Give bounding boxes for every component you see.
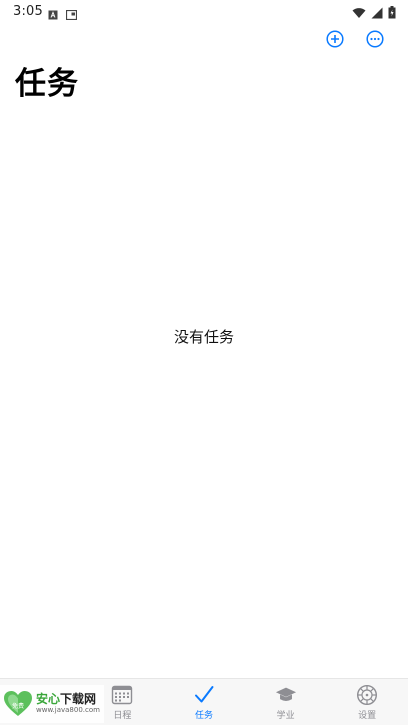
tab-academics[interactable]: 学业 [245, 679, 327, 725]
graduation-cap-icon [275, 684, 297, 706]
empty-state-message: 没有任务 [173, 328, 234, 346]
status-system-icons [352, 4, 396, 23]
watermark-brand-b: 下载网 [60, 692, 97, 706]
ellipsis-circle-icon [366, 30, 384, 52]
tab-label-tasks: 任务 [194, 711, 213, 721]
add-task-button[interactable] [326, 30, 344, 52]
watermark-badge-text: 免费 [12, 702, 24, 710]
tab-label-schedule: 日程 [113, 711, 132, 721]
header-actions [326, 30, 384, 52]
tab-tasks[interactable]: 任务 [163, 679, 245, 725]
cell-signal-icon [371, 4, 383, 23]
status-notification-icons [48, 5, 78, 24]
page-title: 任务 [15, 66, 79, 102]
font-notification-icon [48, 5, 58, 24]
tab-label-settings: 设置 [358, 711, 377, 721]
plus-circle-icon [326, 30, 344, 52]
watermark: 免费 安心下载网 www.java800.com [0, 685, 104, 723]
more-options-button[interactable] [366, 30, 384, 52]
settings-gear-icon [356, 684, 378, 706]
checkmark-icon [193, 684, 215, 706]
status-time: 3:05 [13, 4, 43, 19]
screen-notification-icon [65, 5, 78, 24]
tab-settings[interactable]: 设置 [326, 679, 408, 725]
app-screen: 3:05 任务 没有任务 日程 任务 学业 设置 免费 安心下载网 www.ja… [0, 0, 408, 725]
watermark-url: www.java800.com [36, 706, 100, 714]
calendar-icon [111, 684, 133, 706]
wifi-icon [352, 4, 366, 23]
tab-label-academics: 学业 [276, 711, 295, 721]
watermark-brand-a: 安心 [36, 692, 61, 706]
watermark-title: 安心下载网 [36, 693, 100, 706]
status-bar: 3:05 [0, 0, 408, 24]
battery-icon [388, 4, 396, 23]
watermark-logo-icon: 免费 [2, 688, 34, 720]
watermark-text: 安心下载网 www.java800.com [36, 693, 100, 715]
